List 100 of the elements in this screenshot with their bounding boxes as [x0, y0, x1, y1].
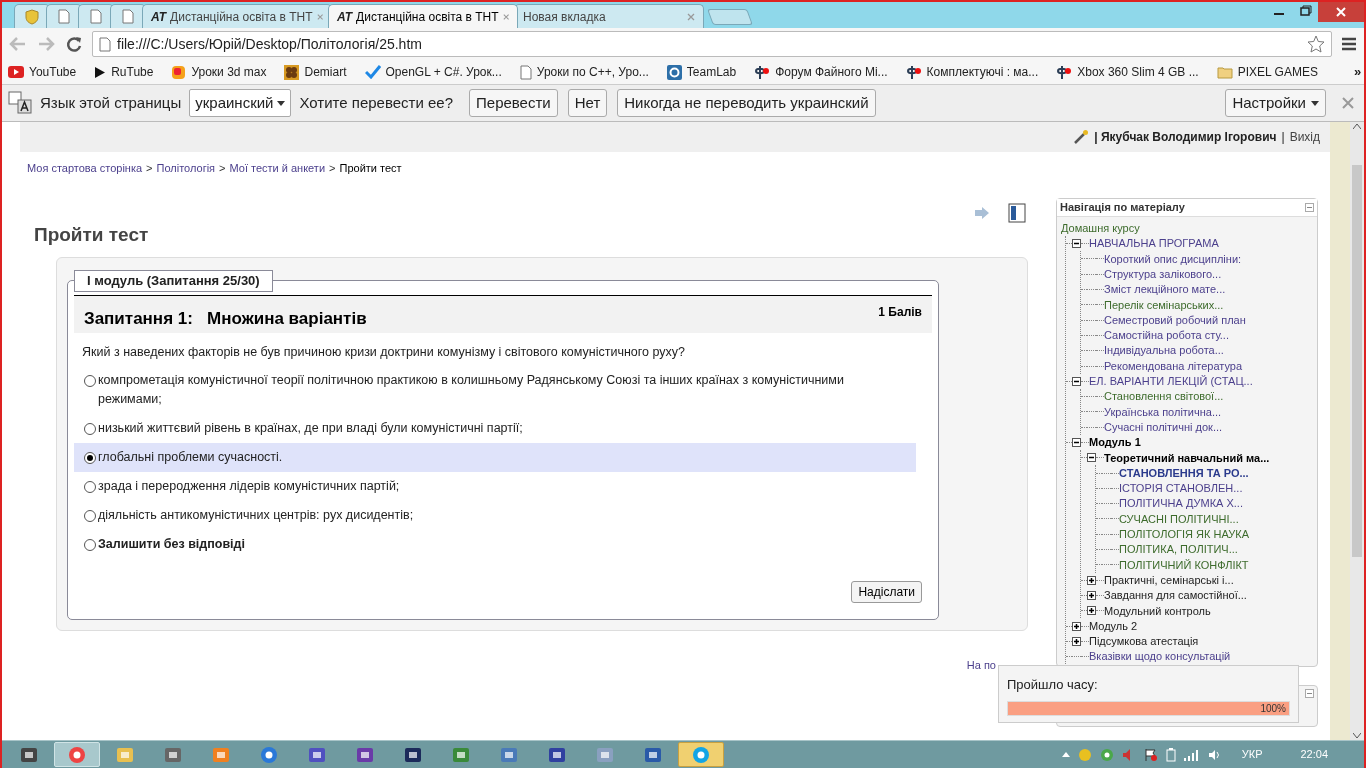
- bookmark[interactable]: PIXEL GAMES: [1216, 63, 1318, 81]
- bookmark[interactable]: Xbox 360 Slim 4 GB ...: [1056, 63, 1199, 81]
- tree-link[interactable]: Зміст лекційного мате...: [1104, 281, 1226, 298]
- tree-link[interactable]: Самостійна робота сту...: [1104, 327, 1229, 344]
- tree-link[interactable]: СТАНОВЛЕННЯ ТА РО...: [1119, 464, 1249, 482]
- tree-section[interactable]: Підсумкова атестація: [1089, 633, 1199, 650]
- more-bookmarks[interactable]: »: [1353, 62, 1362, 82]
- bookmark[interactable]: Комплектуючі : ма...: [905, 63, 1039, 81]
- radio-button[interactable]: [84, 451, 96, 464]
- tree-section[interactable]: Практичні, семінарські і...: [1104, 571, 1234, 589]
- translate-question: Хотите перевести ее?: [299, 92, 453, 113]
- breadcrumb-link[interactable]: Мої тести й анкети: [229, 160, 326, 177]
- tree-section[interactable]: Модуль 1: [1089, 434, 1141, 451]
- tree-link[interactable]: ПОЛІТИЧНИЙ КОНФЛІКТ: [1119, 556, 1249, 574]
- tree-link[interactable]: СУЧАСНІ ПОЛІТИЧНІ...: [1119, 510, 1239, 528]
- tree-link[interactable]: Структура залікового...: [1104, 266, 1222, 283]
- bookmark[interactable]: Уроки по С++, Уро...: [519, 63, 649, 81]
- expand-icon[interactable]: [1087, 590, 1096, 600]
- star-icon[interactable]: [1307, 35, 1325, 53]
- radio-button[interactable]: [84, 538, 96, 551]
- radio-button[interactable]: [84, 509, 96, 522]
- tree-link[interactable]: ІСТОРІЯ СТАНОВЛЕН...: [1119, 480, 1243, 497]
- breadcrumb-link[interactable]: Моя стартова сторінка: [27, 160, 143, 177]
- menu-icon[interactable]: [1340, 36, 1358, 52]
- footer-link[interactable]: На по: [966, 656, 996, 674]
- browser-tab[interactable]: AT Дистанційна освіта в ТНТ: [328, 4, 518, 28]
- browser-tab[interactable]: [78, 4, 114, 28]
- close-icon[interactable]: [1342, 97, 1354, 109]
- answer-option[interactable]: Залишити без відповіді: [74, 529, 916, 559]
- radio-button[interactable]: [84, 374, 96, 387]
- tree-section[interactable]: Теоретичний навчальний ма...: [1104, 449, 1270, 467]
- logout-link[interactable]: Вихід: [1289, 128, 1320, 146]
- bookmark[interactable]: Форум Файного Мі...: [754, 63, 888, 81]
- tree-link[interactable]: ПОЛІТИЧНА ДУМКА Х...: [1119, 495, 1243, 512]
- close-icon[interactable]: [316, 12, 323, 21]
- collapse-icon[interactable]: [1072, 239, 1081, 249]
- tree-link[interactable]: Короткий опис дисципліни:: [1104, 250, 1242, 268]
- collapse-icon[interactable]: [1072, 438, 1081, 447]
- radio-button[interactable]: [84, 422, 96, 435]
- tree-link[interactable]: ПОЛІТИКА, ПОЛІТИЧ...: [1119, 541, 1238, 558]
- scroll-up-icon[interactable]: [1353, 124, 1361, 129]
- scroll-down-icon[interactable]: [1353, 733, 1361, 738]
- close-icon[interactable]: [502, 12, 509, 21]
- tree-link[interactable]: НАВЧАЛЬНА ПРОГРАМА: [1089, 235, 1219, 252]
- logo-text: AT: [337, 8, 353, 26]
- tray-arrow-icon[interactable]: [1061, 752, 1070, 757]
- bookmark[interactable]: RuTube: [94, 63, 154, 81]
- expand-icon[interactable]: [1072, 636, 1081, 646]
- radio-button[interactable]: [84, 480, 96, 493]
- home-link[interactable]: Домашня курсу: [1061, 221, 1313, 236]
- collapse-icon[interactable]: [1072, 376, 1081, 386]
- language-select[interactable]: украинский: [189, 89, 292, 117]
- translate-button[interactable]: Нет: [567, 89, 608, 117]
- module-legend: I модуль (Запитання 25/30): [74, 270, 273, 292]
- tree-link[interactable]: ПОЛІТОЛОГІЯ ЯК НАУКА: [1119, 526, 1249, 543]
- submit-button[interactable]: Надіслати: [851, 580, 922, 603]
- tree-link[interactable]: Перелік семінарських...: [1104, 296, 1224, 314]
- expand-icon[interactable]: [1087, 606, 1096, 616]
- answer-option[interactable]: низький життєвий рівень в країнах, де при владі були комуністичні партії;: [74, 413, 916, 443]
- tree-section[interactable]: Модуль 2: [1089, 617, 1138, 635]
- tree-section[interactable]: Модульний контроль: [1104, 602, 1211, 620]
- scrollbar[interactable]: [1350, 122, 1364, 740]
- address-bar[interactable]: file:///C:/Users/Юрій/Desktop/Політологія/25.htm: [92, 31, 1332, 57]
- book-icon[interactable]: [1008, 202, 1026, 223]
- translate-button[interactable]: Перевести: [469, 89, 558, 117]
- breadcrumb-current: Пройти тест: [339, 161, 402, 176]
- signal-icon[interactable]: [1183, 748, 1200, 761]
- tree-section[interactable]: Завдання для самостійної...: [1104, 587, 1247, 604]
- status-icon[interactable]: [1099, 747, 1114, 762]
- reload-icon[interactable]: [64, 35, 84, 53]
- translate-icon: [8, 91, 32, 115]
- battery-icon[interactable]: [1165, 747, 1176, 762]
- tree-link[interactable]: Індивідуальна робота...: [1104, 342, 1224, 359]
- bookmark[interactable]: Уроки 3d max: [171, 63, 267, 81]
- expand-icon[interactable]: [1087, 575, 1096, 585]
- close-icon[interactable]: [687, 12, 695, 21]
- bookmark[interactable]: YouTube: [8, 63, 77, 81]
- settings-button[interactable]: Настройки: [1225, 89, 1326, 117]
- bookmark[interactable]: TeamLab: [666, 63, 737, 81]
- answer-option[interactable]: компрометація комуністичної теорії політичною практикою в колишньому Радянському Союзі та інших країнах з комуністичними режимами;: [74, 365, 916, 414]
- user-name[interactable]: | Якубчак Володимир Ігорович: [1094, 128, 1277, 146]
- answer-option[interactable]: діяльність антикомуністичних центрів: рух дисидентів;: [74, 500, 916, 530]
- bookmark[interactable]: Demiart: [284, 63, 347, 81]
- tree-link[interactable]: Українська політична...: [1104, 403, 1222, 421]
- answer-option[interactable]: зрада і переродження лідерів комуністичних партій;: [74, 471, 916, 501]
- expand-icon[interactable]: [1072, 621, 1081, 631]
- tree-link[interactable]: Сучасні політичні док...: [1104, 418, 1223, 436]
- tree-link[interactable]: Становлення світової...: [1104, 388, 1224, 405]
- answer-option[interactable]: глобальні проблеми сучасності.: [74, 442, 916, 472]
- collapse-icon[interactable]: [1087, 453, 1096, 463]
- tree-link[interactable]: ЕЛ. ВАРІАНТИ ЛЕКЦІЙ (СТАЦ...: [1089, 373, 1253, 390]
- breadcrumb-link[interactable]: Політологія: [156, 160, 216, 177]
- tree-link[interactable]: Вказівки щодо консультацій: [1089, 648, 1231, 665]
- bookmark[interactable]: OpenGL + C#. Урок...: [364, 63, 502, 81]
- translate-button[interactable]: Никогда не переводить украинский: [617, 89, 876, 117]
- close-button[interactable]: [1318, 2, 1364, 22]
- tree-link[interactable]: Семестровий робочий план: [1104, 311, 1246, 329]
- question-points: 1 Балів: [878, 304, 922, 321]
- flag-icon[interactable]: [1143, 747, 1158, 762]
- tree-link[interactable]: Рекомендована література: [1104, 357, 1243, 375]
